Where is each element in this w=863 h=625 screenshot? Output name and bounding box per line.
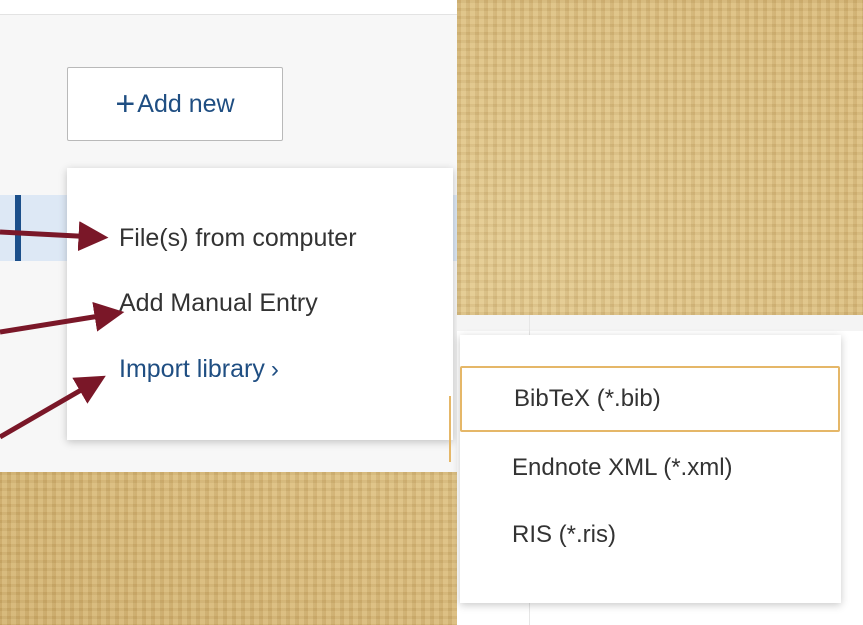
chevron-right-icon: › <box>270 356 279 383</box>
submenu-item-label: RIS (*.ris) <box>512 521 616 548</box>
panel-top-strip <box>457 315 863 331</box>
submenu-item-bibtex[interactable]: BibTeX (*.bib) <box>460 366 840 432</box>
add-new-dropdown-menu: File(s) from computer Add Manual Entry I… <box>67 168 453 440</box>
add-new-button[interactable]: + Add new <box>67 67 283 141</box>
import-library-submenu: BibTeX (*.bib) Endnote XML (*.xml) RIS (… <box>460 335 841 603</box>
menu-item-label: File(s) from computer <box>119 224 357 252</box>
menu-item-add-manual-entry[interactable]: Add Manual Entry <box>119 289 318 318</box>
selected-indicator <box>15 195 21 261</box>
submenu-item-ris[interactable]: RIS (*.ris) <box>460 502 841 568</box>
submenu-item-label: BibTeX (*.bib) <box>514 385 661 412</box>
menu-item-import-library[interactable]: Import library › <box>119 355 279 384</box>
submenu-parent-edge <box>449 396 457 462</box>
menu-item-label: Add Manual Entry <box>119 289 318 317</box>
submenu-item-label: Endnote XML (*.xml) <box>512 454 733 481</box>
top-divider <box>0 14 457 15</box>
add-new-label: Add new <box>137 89 235 118</box>
main-app-panel: + Add new File(s) from computer Add Manu… <box>0 0 457 472</box>
submenu-item-endnote-xml[interactable]: Endnote XML (*.xml) <box>460 435 841 501</box>
menu-item-files-from-computer[interactable]: File(s) from computer <box>119 224 357 253</box>
menu-item-label: Import library <box>119 355 265 383</box>
import-submenu-panel: BibTeX (*.bib) Endnote XML (*.xml) RIS (… <box>457 315 863 625</box>
plus-icon: + <box>115 85 136 123</box>
